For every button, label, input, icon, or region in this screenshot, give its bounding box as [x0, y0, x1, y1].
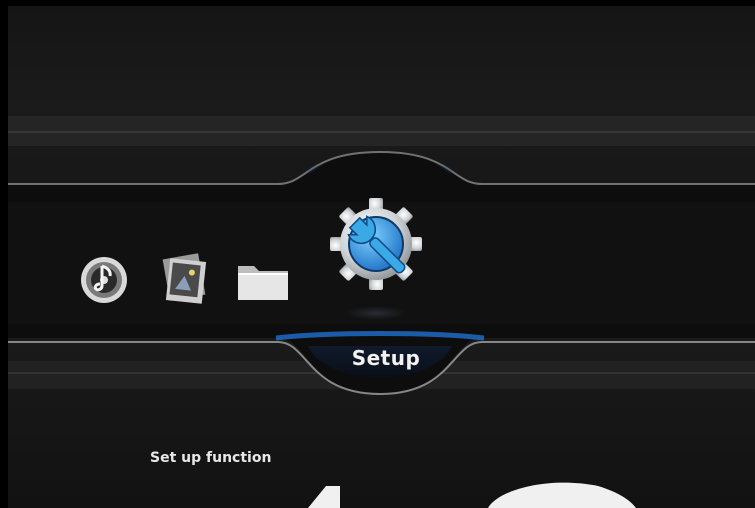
tv-screen: Setup Set up function	[0, 0, 755, 508]
selected-item-label: Setup	[351, 346, 421, 370]
folder-icon	[238, 266, 288, 300]
photo-stack-icon	[162, 253, 207, 304]
menu-item-setup[interactable]	[326, 194, 426, 298]
menu-item-photo[interactable]	[156, 250, 212, 310]
media-menu-stage: Setup Set up function	[8, 6, 755, 508]
setup-gear-icon	[330, 198, 422, 290]
menu-item-music[interactable]	[78, 254, 130, 306]
music-disc-icon	[81, 257, 127, 303]
function-description: Set up function	[150, 450, 272, 466]
setup-icon-reflection	[346, 306, 406, 320]
menu-item-files[interactable]	[234, 256, 292, 304]
